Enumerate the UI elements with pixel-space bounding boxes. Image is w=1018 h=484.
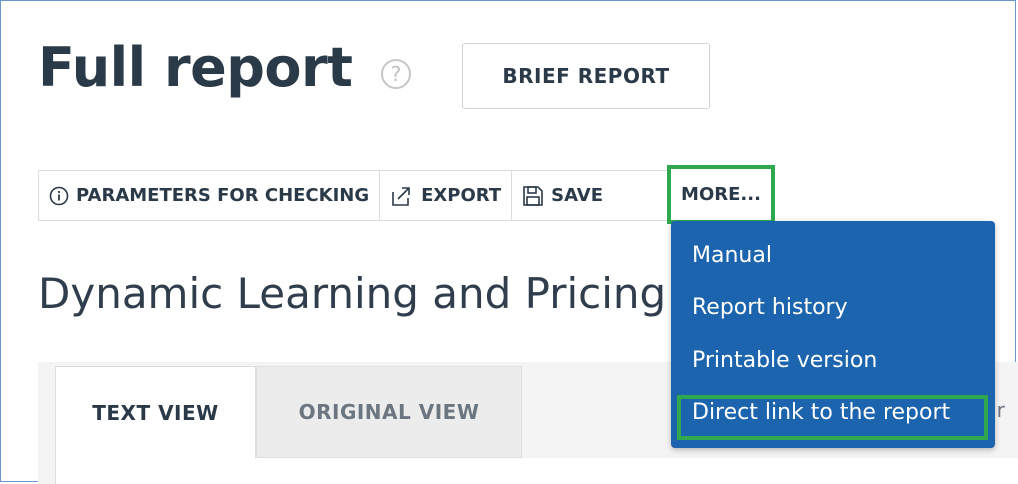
menu-item-printable-version[interactable]: Printable version xyxy=(692,346,877,376)
parameters-for-checking-button[interactable]: PARAMETERS FOR CHECKING xyxy=(39,171,381,220)
page-title: Full report xyxy=(38,36,353,99)
more-menu-button[interactable]: MORE... xyxy=(667,165,775,224)
tab-original-view[interactable]: ORIGINAL VIEW xyxy=(256,366,522,458)
menu-item-report-history[interactable]: Report history xyxy=(692,293,848,323)
floppy-disk-icon xyxy=(523,185,543,206)
report-toolbar: PARAMETERS FOR CHECKING EXPORT SAVE xyxy=(38,170,725,221)
export-icon xyxy=(392,186,410,206)
save-label: SAVE xyxy=(551,185,604,206)
export-label: EXPORT xyxy=(421,185,502,206)
parameters-for-checking-label: PARAMETERS FOR CHECKING xyxy=(76,185,370,206)
brief-report-button[interactable]: BRIEF REPORT xyxy=(462,43,710,109)
export-button[interactable]: EXPORT xyxy=(380,171,513,220)
tab-text-view[interactable]: TEXT VIEW xyxy=(55,366,256,458)
info-circle-icon xyxy=(49,186,69,205)
menu-item-manual[interactable]: Manual xyxy=(692,241,772,271)
more-dropdown-menu: Manual Report history Printable version … xyxy=(671,221,995,448)
tab-content-panel xyxy=(55,458,1018,484)
document-title: Dynamic Learning and Pricing xyxy=(38,269,667,318)
question-circle-icon[interactable]: ? xyxy=(381,59,411,89)
menu-item-direct-link[interactable]: Direct link to the report xyxy=(692,398,950,428)
